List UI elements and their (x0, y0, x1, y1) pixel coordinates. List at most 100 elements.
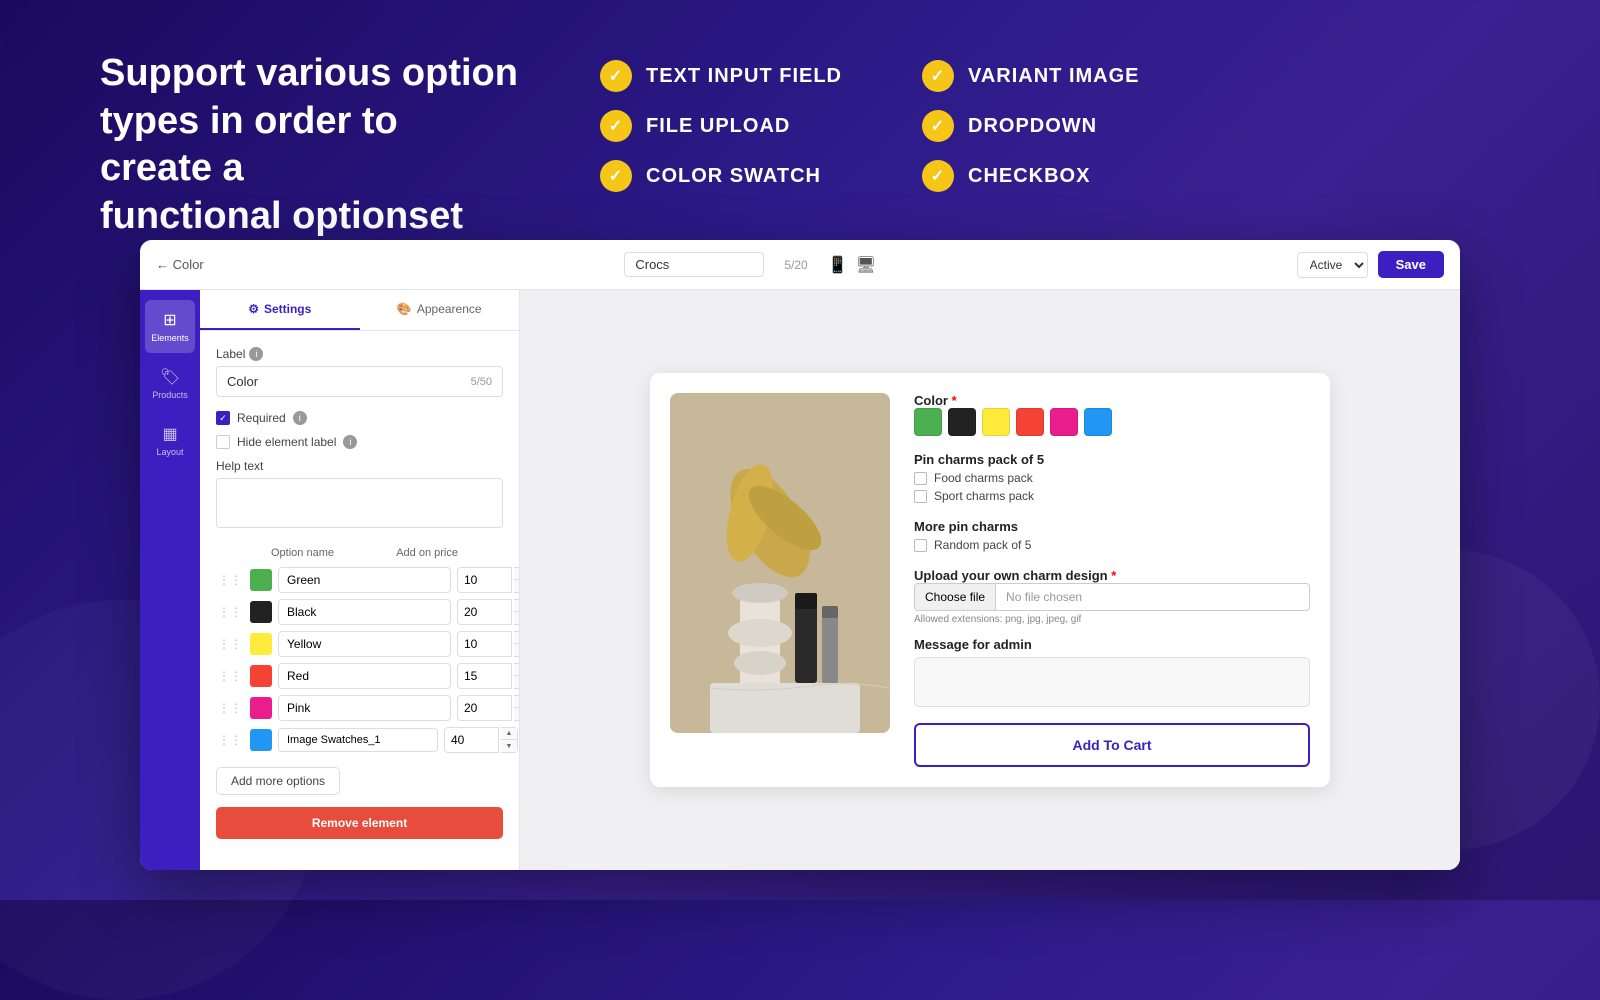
more-pin-section: More pin charms Random pack of 5 (914, 515, 1310, 552)
hide-label-info-icon: i (343, 435, 357, 449)
mobile-icon[interactable]: 📱 (828, 255, 848, 275)
price-up-2[interactable]: ▲ (514, 632, 519, 644)
sidebar-item-elements[interactable]: ⊞ Elements (145, 300, 195, 353)
option-name-input-4[interactable] (278, 695, 451, 721)
save-button[interactable]: Save (1378, 251, 1444, 278)
option-name-input-5[interactable] (278, 728, 438, 752)
label-input[interactable] (227, 374, 471, 389)
product-card: Color * Pin (650, 373, 1330, 787)
swatch-yellow[interactable] (982, 408, 1010, 436)
headline: Support various option types in order to… (100, 50, 520, 240)
tab-settings[interactable]: ⚙ Settings (200, 290, 360, 330)
more-pin-title: More pin charms (914, 519, 1310, 534)
label-info-icon: i (249, 347, 263, 361)
col-header-price: Add on price (396, 547, 473, 559)
hide-label-text: Hide element label (237, 435, 336, 449)
label-input-wrapper: 5/50 (216, 366, 503, 397)
swatch-blue[interactable] (1084, 408, 1112, 436)
price-down-2[interactable]: ▼ (514, 644, 519, 656)
settings-panel: ⚙ Settings 🎨 Appearence Label i (200, 290, 520, 870)
panel-content: Label i 5/50 ✓ Required i (200, 331, 519, 870)
swatch-green[interactable] (914, 408, 942, 436)
swatch-black[interactable] (948, 408, 976, 436)
option-price-input-4[interactable] (457, 695, 512, 721)
drag-handle-1[interactable]: ⋮⋮ (216, 603, 244, 621)
drag-handle-2[interactable]: ⋮⋮ (216, 635, 244, 653)
random-pack-checkbox[interactable] (914, 539, 927, 552)
option-price-input-5[interactable] (444, 727, 499, 753)
option-price-input-3[interactable] (457, 663, 512, 689)
price-down-3[interactable]: ▼ (514, 676, 519, 688)
sport-charms-checkbox[interactable] (914, 490, 927, 503)
price-up-5[interactable]: ▲ (501, 728, 517, 740)
headline-line1: Support various option (100, 52, 518, 94)
remove-element-button[interactable]: Remove element (216, 807, 503, 839)
choose-file-button[interactable]: Choose file (915, 584, 996, 610)
color-option-label: Color * (914, 393, 1310, 408)
drag-handle-3[interactable]: ⋮⋮ (216, 667, 244, 685)
option-price-wrap-1: ▲ ▼ (457, 599, 519, 625)
option-price-input-0[interactable] (457, 567, 512, 593)
swatch-pink[interactable] (1050, 408, 1078, 436)
sidebar: ⊞ Elements 🏷 Products ▦ Layout (140, 290, 200, 870)
check-icon-color-swatch: ✓ (600, 160, 632, 192)
top-bar-right: Active Save (1297, 251, 1444, 278)
char-count: 5/20 (784, 258, 807, 272)
price-up-1[interactable]: ▲ (514, 600, 519, 612)
drag-handle-4[interactable]: ⋮⋮ (216, 699, 244, 717)
food-charms-checkbox[interactable] (914, 472, 927, 485)
price-arrows-1: ▲ ▼ (514, 599, 519, 625)
hide-label-checkbox-row[interactable]: Hide element label i (216, 435, 503, 449)
sport-charms-option[interactable]: Sport charms pack (914, 489, 1310, 503)
option-price-input-1[interactable] (457, 599, 512, 625)
col-header-name: Option name (271, 547, 386, 559)
swatch-red[interactable] (1016, 408, 1044, 436)
price-arrows-4: ▲ ▼ (514, 695, 519, 721)
price-arrows-5: ▲ ▼ (501, 727, 518, 753)
desktop-icon[interactable]: 🖥 (856, 255, 876, 275)
random-pack-option[interactable]: Random pack of 5 (914, 538, 1310, 552)
required-checkbox-row[interactable]: ✓ Required i (216, 411, 503, 425)
option-name-input-0[interactable] (278, 567, 451, 593)
drag-handle-5[interactable]: ⋮⋮ (216, 731, 244, 749)
page-name-input[interactable] (624, 252, 764, 277)
price-up-4[interactable]: ▲ (514, 696, 519, 708)
sidebar-item-layout[interactable]: ▦ Layout (145, 414, 195, 467)
sidebar-item-products[interactable]: 🏷 Products (145, 357, 195, 410)
message-textarea[interactable] (915, 658, 1309, 706)
hide-label-checkbox[interactable] (216, 435, 230, 449)
drag-handle-0[interactable]: ⋮⋮ (216, 571, 244, 589)
product-image (670, 393, 890, 733)
option-name-input-3[interactable] (278, 663, 451, 689)
price-up-0[interactable]: ▲ (514, 568, 519, 580)
status-select[interactable]: Active (1297, 252, 1368, 278)
back-link[interactable]: ← Color (156, 257, 204, 272)
option-price-input-2[interactable] (457, 631, 512, 657)
option-name-input-2[interactable] (278, 631, 451, 657)
color-swatch-1 (250, 601, 272, 623)
add-to-cart-button[interactable]: Add To Cart (914, 723, 1310, 767)
price-down-4[interactable]: ▼ (514, 708, 519, 720)
color-swatch-0 (250, 569, 272, 591)
option-name-input-1[interactable] (278, 599, 451, 625)
add-more-button[interactable]: Add more options (216, 767, 340, 795)
panel-tabs: ⚙ Settings 🎨 Appearence (200, 290, 519, 331)
price-up-3[interactable]: ▲ (514, 664, 519, 676)
pin-charms-section: Pin charms pack of 5 Food charms pack Sp… (914, 448, 1310, 503)
feature-checkbox: ✓ CHECKBOX (922, 160, 1164, 192)
help-text-label: Help text (216, 459, 503, 473)
option-row-3: ⋮⋮ ▲ ▼ 🔒 (216, 663, 503, 689)
price-down-5[interactable]: ▼ (501, 740, 517, 752)
appearance-icon: 🎨 (397, 302, 412, 316)
help-text-input[interactable] (216, 478, 503, 528)
price-down-1[interactable]: ▼ (514, 612, 519, 624)
food-charms-option[interactable]: Food charms pack (914, 471, 1310, 485)
tab-appearance[interactable]: 🎨 Appearence (360, 290, 520, 330)
option-row-0: ⋮⋮ ▲ ▼ 🔒 (216, 567, 503, 593)
color-swatch-4 (250, 697, 272, 719)
required-checkbox[interactable]: ✓ (216, 411, 230, 425)
feature-list: ✓ TEXT INPUT FIELD ✓ VARIANT IMAGE ✓ FIL… (600, 50, 1164, 192)
price-down-0[interactable]: ▼ (514, 580, 519, 592)
required-star: * (952, 393, 957, 408)
option-row-5: ⋮⋮ ▲ ▼ 🔒 (216, 727, 503, 753)
